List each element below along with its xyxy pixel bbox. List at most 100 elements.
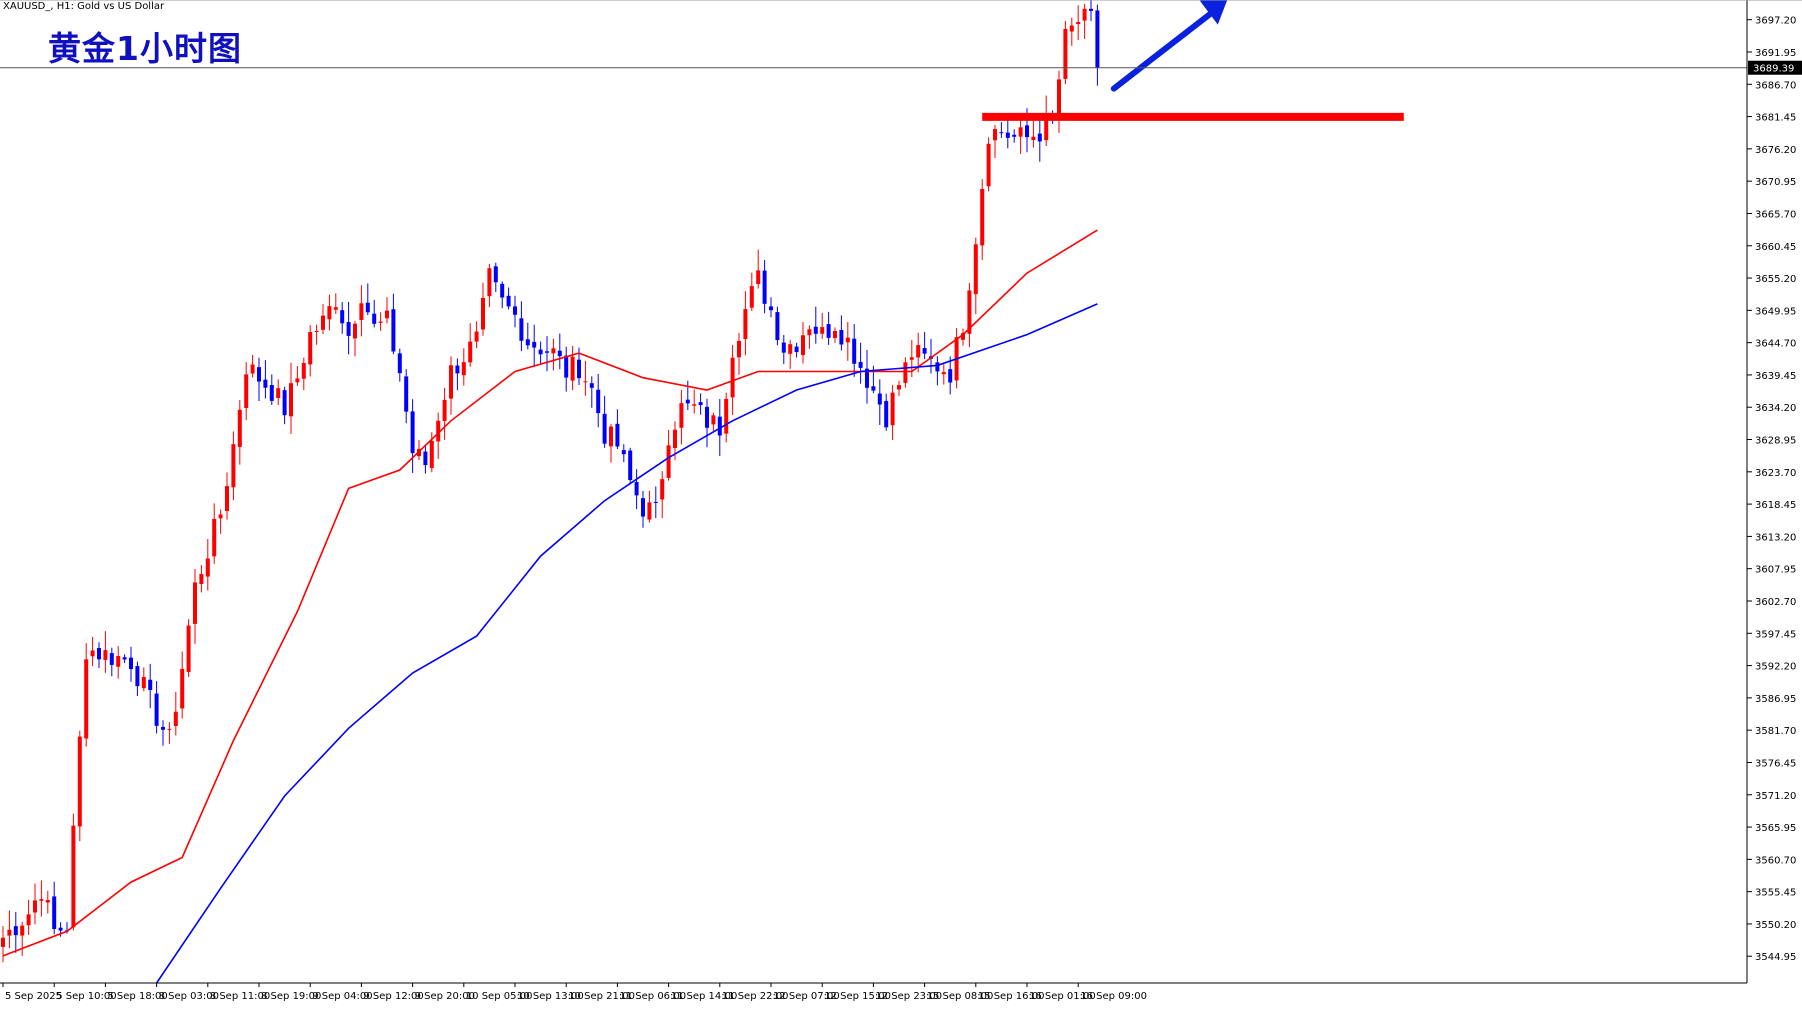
candle [903, 357, 908, 388]
candle [884, 393, 889, 431]
candle-body [858, 361, 863, 368]
candle-body [410, 411, 415, 454]
trend-arrow-shaft [1110, 6, 1219, 92]
candle-body [583, 381, 588, 383]
candle [276, 379, 281, 406]
y-tick-label: 3686.70 [1755, 80, 1796, 91]
candle [980, 179, 985, 260]
y-tick-label: 3670.95 [1755, 177, 1796, 188]
candle-body [794, 346, 799, 353]
x-tick-label: 16 Sep 09:00 [1080, 991, 1147, 1002]
y-tick-label: 3581.70 [1755, 726, 1796, 737]
candle [801, 321, 805, 364]
candle-body [365, 302, 370, 313]
candle [833, 327, 837, 343]
candle-body [692, 404, 697, 406]
y-tick-label: 3607.95 [1755, 565, 1796, 576]
candle-body [308, 331, 313, 365]
candle-body [935, 362, 940, 372]
candle-body [941, 372, 946, 375]
candle [986, 137, 991, 192]
candle [186, 619, 191, 677]
candle [513, 295, 517, 328]
candle-body [577, 359, 581, 379]
candle-body [13, 926, 18, 936]
candle-body [557, 350, 562, 357]
candle-body [826, 324, 831, 338]
candle-body [852, 338, 857, 364]
candle-body [1037, 133, 1042, 142]
candle-body [295, 378, 300, 383]
y-tick-label: 3681.45 [1755, 113, 1796, 124]
candle-body [833, 331, 837, 339]
support-level-bar [982, 112, 1404, 121]
candle [263, 360, 268, 399]
symbol-caption: XAUUSD_, H1: Gold vs US Dollar [3, 1, 165, 12]
candle-body [237, 409, 242, 447]
candle [621, 444, 626, 463]
candle [724, 392, 729, 443]
candle [353, 321, 357, 357]
candle [90, 636, 95, 667]
candle-body [839, 329, 844, 345]
candle-body [1018, 127, 1023, 137]
candle [391, 293, 396, 355]
candle-body [679, 403, 684, 428]
price-label: 3689.39 [1753, 64, 1794, 75]
candle-body [884, 400, 889, 428]
candle-body [730, 357, 735, 398]
candle-body [986, 143, 991, 187]
candle [116, 646, 121, 679]
candle-body [474, 331, 479, 342]
candle-body [1076, 21, 1081, 25]
candle [589, 376, 594, 408]
candle [602, 395, 607, 448]
candle [877, 379, 882, 426]
candle [519, 301, 524, 352]
candle-body [980, 188, 985, 246]
candle-body [333, 307, 338, 310]
banner-title: 黄金1小时图 [48, 29, 242, 68]
y-tick-label: 3644.70 [1755, 339, 1796, 350]
candle-body [346, 322, 351, 336]
candle-body [781, 342, 786, 353]
candle-body [1063, 28, 1068, 79]
candle-body [180, 668, 185, 709]
y-tick-label: 3665.70 [1755, 209, 1796, 220]
candle [199, 565, 204, 593]
candle [666, 429, 671, 481]
candle [525, 322, 530, 350]
candle-body [589, 383, 594, 388]
y-tick-label: 3634.20 [1755, 403, 1796, 414]
candle-body [148, 679, 153, 691]
candle [762, 260, 767, 314]
candle [26, 899, 31, 935]
ma-slow-line [155, 303, 1098, 984]
candle [109, 647, 114, 677]
candle [698, 393, 703, 415]
candle [327, 294, 332, 331]
candle-body [717, 416, 722, 436]
candle [999, 122, 1004, 138]
candle [1082, 3, 1087, 39]
candle [301, 357, 306, 391]
candle-body [1, 937, 5, 947]
candle [103, 631, 108, 673]
candle [570, 345, 575, 391]
candle [660, 471, 665, 519]
candle [564, 346, 569, 392]
candle [154, 681, 159, 734]
y-tick-label: 3676.20 [1755, 145, 1796, 156]
candle [743, 291, 748, 356]
candle-body [58, 927, 63, 931]
candle [244, 362, 249, 421]
candle [33, 883, 37, 925]
candle [826, 311, 831, 345]
candle-body [749, 286, 754, 308]
candle-body [845, 337, 850, 343]
candle [973, 237, 978, 314]
candle-body [26, 914, 31, 926]
candle-body [769, 306, 773, 311]
candle-body [84, 659, 89, 739]
candle-body [321, 315, 325, 330]
